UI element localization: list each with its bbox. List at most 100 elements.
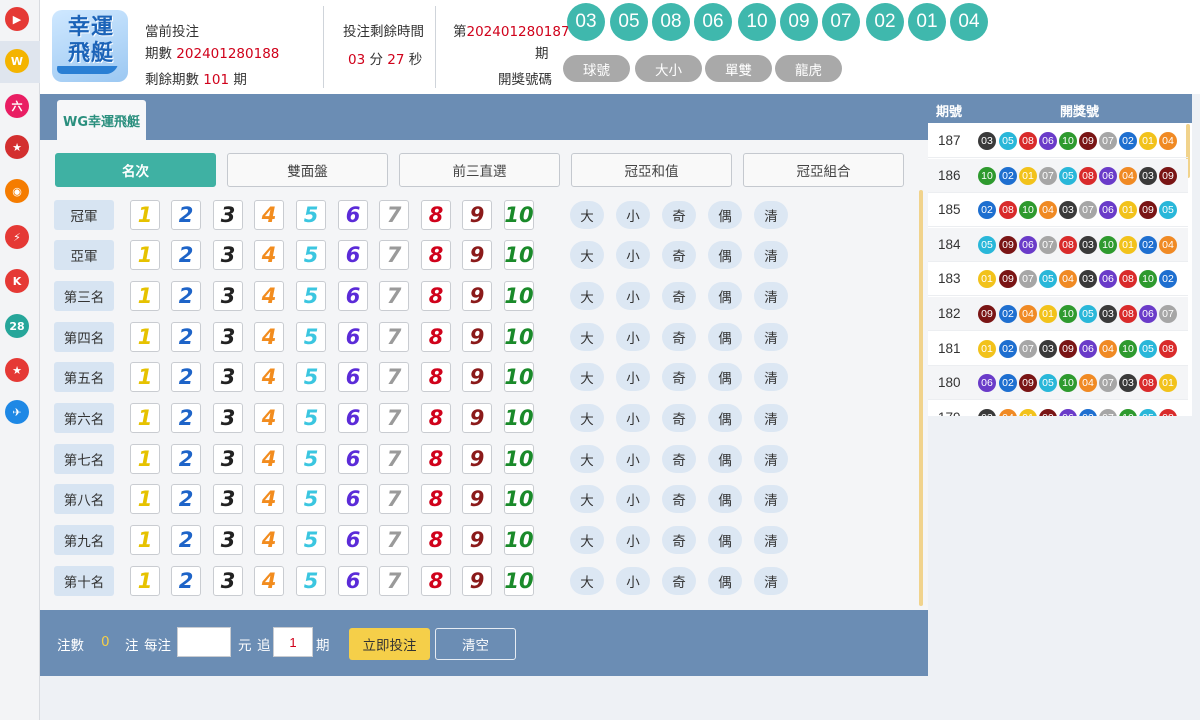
number-5-button[interactable]: 5 bbox=[296, 484, 326, 514]
number-10-button[interactable]: 10 bbox=[504, 525, 534, 555]
number-10-button[interactable]: 10 bbox=[504, 403, 534, 433]
star-lottery-icon[interactable]: ★ bbox=[5, 135, 29, 159]
number-2-button[interactable]: 2 bbox=[171, 525, 201, 555]
star-badge-icon[interactable]: ★ bbox=[5, 358, 29, 382]
number-6-button[interactable]: 6 bbox=[338, 566, 368, 596]
number-7-button[interactable]: 7 bbox=[379, 362, 409, 392]
number-9-button[interactable]: 9 bbox=[462, 484, 492, 514]
number-6-button[interactable]: 6 bbox=[338, 525, 368, 555]
number-10-button[interactable]: 10 bbox=[504, 362, 534, 392]
number-3-button[interactable]: 3 bbox=[213, 566, 243, 596]
quick-pick-button[interactable]: 偶 bbox=[708, 404, 742, 432]
six-lottery-icon[interactable]: 六 bbox=[5, 94, 29, 118]
number-10-button[interactable]: 10 bbox=[504, 200, 534, 230]
number-1-button[interactable]: 1 bbox=[130, 525, 160, 555]
number-8-button[interactable]: 8 bbox=[421, 362, 451, 392]
number-8-button[interactable]: 8 bbox=[421, 403, 451, 433]
quick-pick-button[interactable]: 小 bbox=[616, 201, 650, 229]
quick-pick-button[interactable]: 大 bbox=[570, 201, 604, 229]
quick-pick-button[interactable]: 偶 bbox=[708, 567, 742, 595]
number-3-button[interactable]: 3 bbox=[213, 484, 243, 514]
number-6-button[interactable]: 6 bbox=[338, 362, 368, 392]
tab-mode-4[interactable]: 冠亞組合 bbox=[743, 153, 904, 187]
quick-pick-button[interactable]: 偶 bbox=[708, 241, 742, 269]
number-8-button[interactable]: 8 bbox=[421, 566, 451, 596]
quick-pick-button[interactable]: 清 bbox=[754, 323, 788, 351]
wg-lottery-icon[interactable]: W bbox=[5, 49, 29, 73]
quick-pick-button[interactable]: 清 bbox=[754, 567, 788, 595]
number-2-button[interactable]: 2 bbox=[171, 362, 201, 392]
number-5-button[interactable]: 5 bbox=[296, 403, 326, 433]
view-button-1[interactable]: 大小 bbox=[635, 55, 702, 82]
number-4-button[interactable]: 4 bbox=[254, 240, 284, 270]
number-2-button[interactable]: 2 bbox=[171, 484, 201, 514]
number-5-button[interactable]: 5 bbox=[296, 200, 326, 230]
quick-pick-button[interactable]: 奇 bbox=[662, 282, 696, 310]
number-1-button[interactable]: 1 bbox=[130, 200, 160, 230]
number-2-button[interactable]: 2 bbox=[171, 240, 201, 270]
quick-pick-button[interactable]: 小 bbox=[616, 404, 650, 432]
number-10-button[interactable]: 10 bbox=[504, 281, 534, 311]
quick-pick-button[interactable]: 奇 bbox=[662, 323, 696, 351]
lottery-play-icon[interactable]: ▶ bbox=[5, 7, 29, 31]
number-3-button[interactable]: 3 bbox=[213, 444, 243, 474]
spin-lottery-icon[interactable]: ◉ bbox=[5, 179, 29, 203]
number-3-button[interactable]: 3 bbox=[213, 403, 243, 433]
number-4-button[interactable]: 4 bbox=[254, 322, 284, 352]
number-5-button[interactable]: 5 bbox=[296, 281, 326, 311]
clear-button[interactable]: 清空 bbox=[435, 628, 516, 660]
number-3-button[interactable]: 3 bbox=[213, 281, 243, 311]
number-1-button[interactable]: 1 bbox=[130, 484, 160, 514]
quick-pick-button[interactable]: 清 bbox=[754, 404, 788, 432]
number-6-button[interactable]: 6 bbox=[338, 240, 368, 270]
number-2-button[interactable]: 2 bbox=[171, 403, 201, 433]
number-9-button[interactable]: 9 bbox=[462, 200, 492, 230]
number-8-button[interactable]: 8 bbox=[421, 322, 451, 352]
quick-pick-button[interactable]: 奇 bbox=[662, 241, 696, 269]
place-bet-button[interactable]: 立即投注 bbox=[349, 628, 430, 660]
number-3-button[interactable]: 3 bbox=[213, 200, 243, 230]
quick-pick-button[interactable]: 偶 bbox=[708, 282, 742, 310]
number-9-button[interactable]: 9 bbox=[462, 240, 492, 270]
quick-pick-button[interactable]: 小 bbox=[616, 363, 650, 391]
quick-pick-button[interactable]: 奇 bbox=[662, 445, 696, 473]
number-6-button[interactable]: 6 bbox=[338, 403, 368, 433]
number-4-button[interactable]: 4 bbox=[254, 484, 284, 514]
view-button-3[interactable]: 龍虎 bbox=[775, 55, 842, 82]
number-7-button[interactable]: 7 bbox=[379, 444, 409, 474]
number-4-button[interactable]: 4 bbox=[254, 525, 284, 555]
k-lottery-icon[interactable]: K bbox=[5, 269, 29, 293]
quick-pick-button[interactable]: 清 bbox=[754, 485, 788, 513]
number-4-button[interactable]: 4 bbox=[254, 444, 284, 474]
quick-pick-button[interactable]: 奇 bbox=[662, 567, 696, 595]
number-4-button[interactable]: 4 bbox=[254, 200, 284, 230]
number-1-button[interactable]: 1 bbox=[130, 362, 160, 392]
panel-scrollbar[interactable] bbox=[919, 190, 923, 606]
number-8-button[interactable]: 8 bbox=[421, 484, 451, 514]
number-9-button[interactable]: 9 bbox=[462, 525, 492, 555]
lottery-28-icon[interactable]: 28 bbox=[5, 314, 29, 338]
number-10-button[interactable]: 10 bbox=[504, 322, 534, 352]
number-5-button[interactable]: 5 bbox=[296, 525, 326, 555]
chase-periods-input[interactable] bbox=[273, 627, 313, 657]
number-7-button[interactable]: 7 bbox=[379, 240, 409, 270]
view-button-2[interactable]: 單雙 bbox=[705, 55, 772, 82]
quick-pick-button[interactable]: 大 bbox=[570, 445, 604, 473]
quick-pick-button[interactable]: 小 bbox=[616, 241, 650, 269]
number-1-button[interactable]: 1 bbox=[130, 566, 160, 596]
number-4-button[interactable]: 4 bbox=[254, 566, 284, 596]
tab-mode-0[interactable]: 名次 bbox=[55, 153, 216, 187]
number-8-button[interactable]: 8 bbox=[421, 240, 451, 270]
quick-pick-button[interactable]: 小 bbox=[616, 282, 650, 310]
quick-pick-button[interactable]: 奇 bbox=[662, 485, 696, 513]
number-4-button[interactable]: 4 bbox=[254, 403, 284, 433]
number-9-button[interactable]: 9 bbox=[462, 362, 492, 392]
number-3-button[interactable]: 3 bbox=[213, 322, 243, 352]
number-9-button[interactable]: 9 bbox=[462, 403, 492, 433]
quick-pick-button[interactable]: 清 bbox=[754, 363, 788, 391]
number-2-button[interactable]: 2 bbox=[171, 566, 201, 596]
plane-lottery-icon[interactable]: ✈ bbox=[5, 400, 29, 424]
number-8-button[interactable]: 8 bbox=[421, 525, 451, 555]
tab-mode-2[interactable]: 前三直選 bbox=[399, 153, 560, 187]
quick-pick-button[interactable]: 小 bbox=[616, 485, 650, 513]
